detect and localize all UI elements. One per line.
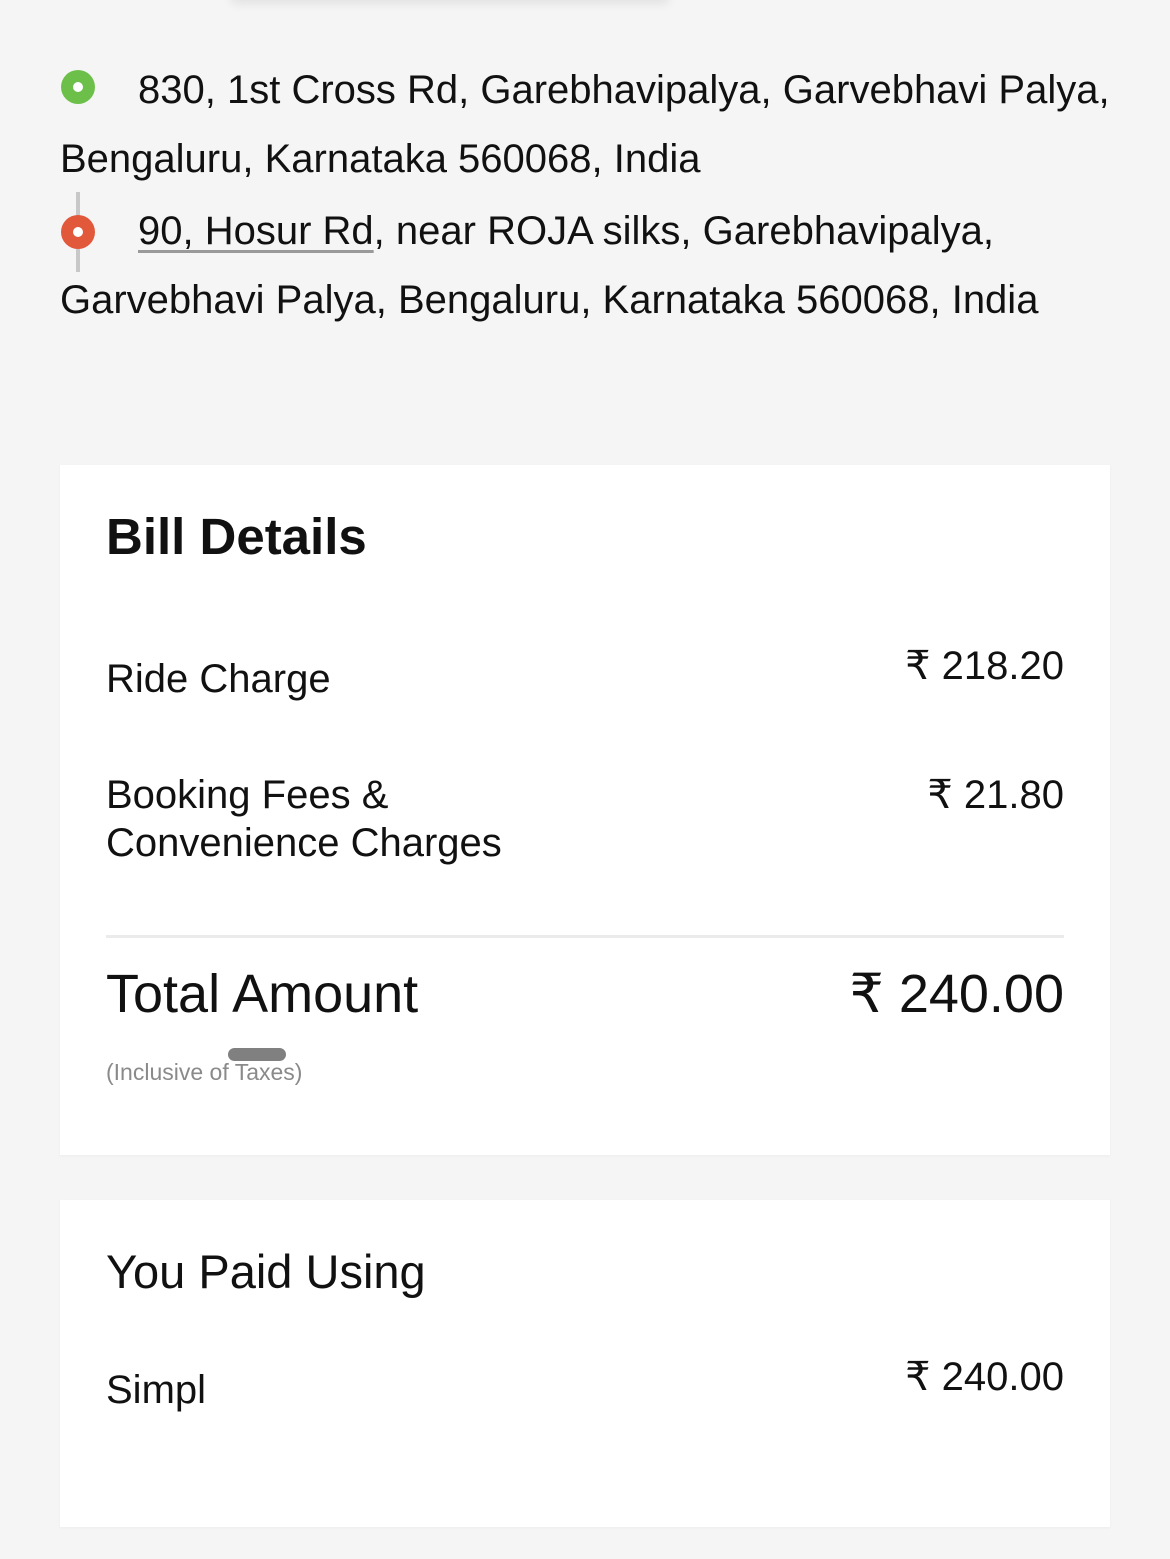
redaction-mark bbox=[228, 1048, 286, 1061]
route-section: 830, 1st Cross Rd, Garebhavipalya, Garve… bbox=[60, 56, 1110, 335]
bill-divider bbox=[106, 935, 1064, 938]
ride-charge-value: ₹ 218.20 bbox=[905, 644, 1064, 688]
bill-details-title: Bill Details bbox=[106, 508, 367, 565]
booking-fees-label-line1: Booking Fees & bbox=[106, 773, 389, 817]
booking-fees-label: Booking Fees & Convenience Charges bbox=[106, 771, 502, 867]
drop-marker-icon bbox=[61, 215, 95, 249]
tax-note: (Inclusive of Taxes) bbox=[106, 1059, 303, 1085]
ride-charge-label: Ride Charge bbox=[106, 657, 331, 701]
drop-address: 90, Hosur Rd, near ROJA silks, Garebhavi… bbox=[60, 197, 1110, 335]
pickup-address: 830, 1st Cross Rd, Garebhavipalya, Garve… bbox=[60, 56, 1110, 194]
payment-card: You Paid Using Simpl ₹ 240.00 bbox=[60, 1200, 1110, 1527]
payment-title: You Paid Using bbox=[106, 1245, 426, 1298]
pickup-address-text: 830, 1st Cross Rd, Garebhavipalya, Garve… bbox=[60, 68, 1110, 181]
booking-fees-value: ₹ 21.80 bbox=[927, 773, 1064, 817]
booking-fees-label-line2: Convenience Charges bbox=[106, 821, 502, 865]
payment-method-value: ₹ 240.00 bbox=[905, 1355, 1064, 1399]
payment-method-label: Simpl bbox=[106, 1368, 207, 1412]
total-amount-label: Total Amount bbox=[106, 964, 419, 1024]
total-amount-value: ₹ 240.00 bbox=[849, 964, 1064, 1024]
drop-address-link[interactable]: 90, Hosur Rd bbox=[138, 209, 374, 253]
pickup-marker-icon bbox=[61, 70, 95, 104]
bill-details-card: Bill Details Ride Charge ₹ 218.20 Bookin… bbox=[60, 465, 1110, 1155]
